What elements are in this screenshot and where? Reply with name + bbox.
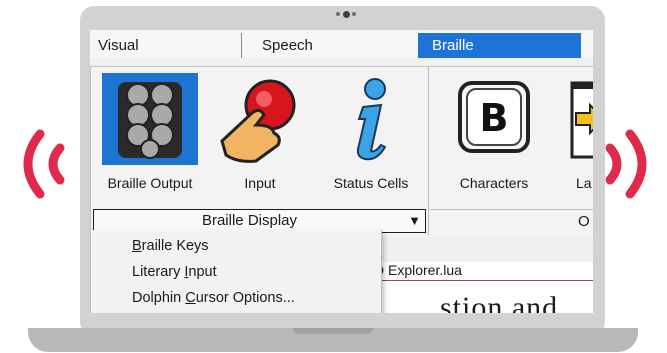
characters-button[interactable]: B Characters [444, 73, 544, 205]
braille-output-button[interactable]: Braille Output [101, 73, 199, 205]
braille-display-group: Braille Output Input Status Cells Braill… [90, 67, 429, 235]
letter-b-key-icon: B [454, 73, 534, 165]
ribbon: Braille Output Input Status Cells Braill… [90, 66, 593, 237]
output-group-label: O [430, 209, 593, 234]
tab-speech[interactable]: Speech [242, 33, 418, 58]
finger-press-button-icon [212, 73, 308, 165]
braille-display-menu: Braille Keys Literary Input Dolphin Curs… [90, 230, 382, 313]
braille-output-label: Braille Output [107, 175, 193, 191]
tab-row: Visual Speech Braille [90, 30, 593, 58]
input-label: Input [244, 175, 276, 191]
document-tab-title[interactable]: D Explorer.lua [374, 262, 462, 278]
braille-display-label: Braille Display [201, 212, 298, 229]
la-button[interactable]: La [568, 73, 593, 205]
menu-item-braille-keys[interactable]: Braille Keys [132, 238, 209, 254]
tab-braille[interactable]: Braille [418, 33, 581, 58]
status-cells-label: Status Cells [333, 175, 409, 191]
application-window: Visual Speech Braille Braille Output Inp… [90, 30, 593, 313]
chevron-down-icon: ▼ [408, 213, 421, 228]
svg-text:B: B [480, 96, 509, 140]
arrow-document-icon [570, 73, 593, 165]
menu-item-literary-input[interactable]: Literary Input [132, 264, 217, 280]
info-i-icon [323, 73, 419, 165]
output-group: B Characters La O [430, 67, 593, 235]
braille-cell-icon [102, 73, 198, 165]
menu-item-dolphin-cursor-options[interactable]: Dolphin Cursor Options... [132, 290, 295, 306]
signal-waves-right-icon [600, 128, 660, 200]
laptop-notch [293, 328, 373, 334]
input-button[interactable]: Input [211, 73, 309, 205]
la-label: La [576, 175, 592, 191]
characters-label: Characters [459, 175, 529, 191]
status-cells-button[interactable]: Status Cells [323, 73, 419, 205]
camera-icon [336, 11, 356, 18]
signal-waves-left-icon [10, 128, 70, 200]
tab-visual[interactable]: Visual [90, 33, 242, 58]
document-text: stion and [440, 291, 559, 313]
laptop-base [28, 328, 638, 352]
